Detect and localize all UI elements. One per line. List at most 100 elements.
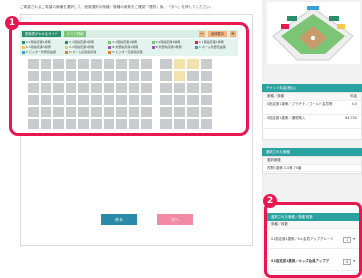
seat-block[interactable] [40,71,52,81]
seat-block[interactable] [116,107,127,117]
seat-block[interactable] [103,83,115,93]
seat-block[interactable] [141,95,152,105]
seat-block[interactable] [65,59,77,69]
quantity-select[interactable]: 0 [343,258,352,265]
tab-seat-guide[interactable]: 座席表がわかるガイド [22,31,61,37]
seat-block[interactable] [141,71,152,81]
seat-block[interactable] [78,71,89,81]
seat-grid-main[interactable] [28,59,152,129]
seat-block[interactable] [65,119,77,129]
seat-block[interactable] [78,83,89,93]
seat-block[interactable] [116,71,127,81]
seat-block[interactable] [53,71,64,81]
chevron-down-icon[interactable]: ▾ [353,237,355,242]
seat-block[interactable] [160,95,172,105]
seat-block[interactable] [187,71,199,81]
seat-block[interactable] [91,107,102,117]
seat-block[interactable] [65,95,77,105]
seat-block[interactable] [116,119,127,129]
seat-block[interactable] [200,83,212,93]
seat-block[interactable] [141,83,152,93]
tab-area-detail[interactable]: エリア詳細 [63,31,87,37]
seat-block[interactable] [28,119,39,129]
seat-block[interactable] [200,107,212,117]
seat-block[interactable] [173,71,185,81]
seat-block[interactable] [173,83,185,93]
seat-block[interactable] [65,71,77,81]
seat-block[interactable] [103,59,115,69]
seat-block[interactable] [28,83,39,93]
seat-block[interactable] [160,119,172,129]
seat-grid-side[interactable] [160,59,212,129]
seat-block[interactable] [200,95,212,105]
back-button[interactable]: 戻る [101,214,137,225]
zoom-out-button[interactable]: − [198,31,205,37]
seat-block[interactable] [65,83,77,93]
seat-block[interactable] [78,107,89,117]
seat-block[interactable] [103,119,115,129]
seat-block[interactable] [160,59,172,69]
seat-block[interactable] [128,83,140,93]
seat-block[interactable] [103,95,115,105]
seat-block[interactable] [173,95,185,105]
seat-block[interactable] [187,107,199,117]
seat-block[interactable] [173,59,185,69]
seat-block[interactable] [91,119,102,129]
legend-label: D ビジター応援指定席 [112,50,143,54]
seat-block[interactable] [53,83,64,93]
seat-block[interactable] [116,95,127,105]
seat-block[interactable] [200,119,212,129]
seat-block[interactable] [173,107,185,117]
seat-block[interactable] [187,95,199,105]
seat-block[interactable] [40,95,52,105]
chevron-down-icon[interactable]: ▾ [353,259,355,264]
seat-block[interactable] [78,119,89,129]
seat-block[interactable] [116,83,127,93]
seat-block[interactable] [160,71,172,81]
seat-legend: S 1階指定席1塁側 S 1階指定席3塁側 S 2階指定席1塁側 S 2階指定席3塁側… [20,39,238,56]
legend-label: A 1階指定席1塁側 [198,40,224,44]
seat-block[interactable] [53,95,64,105]
seat-block[interactable] [28,95,39,105]
seat-block[interactable] [53,59,64,69]
seat-block[interactable] [78,95,89,105]
seat-block[interactable] [200,71,212,81]
zoom-all-button[interactable]: 全体表示 [207,31,227,37]
seat-block[interactable] [28,107,39,117]
zoom-in-button[interactable]: + [230,31,236,37]
seat-block[interactable] [187,59,199,69]
seat-block[interactable] [128,59,140,69]
seat-block[interactable] [103,71,115,81]
seat-block[interactable] [40,119,52,129]
seat-block[interactable] [160,83,172,93]
seat-block[interactable] [78,59,89,69]
seat-block[interactable] [173,119,185,129]
seat-block[interactable] [116,59,127,69]
seat-block[interactable] [160,107,172,117]
seat-block[interactable] [128,119,140,129]
seat-block[interactable] [128,71,140,81]
seat-block[interactable] [65,107,77,117]
seat-block[interactable] [28,59,39,69]
seat-block[interactable] [91,83,102,93]
seat-block[interactable] [40,83,52,93]
quantity-select[interactable]: 1 [343,236,352,243]
seat-block[interactable] [187,119,199,129]
seat-block[interactable] [128,95,140,105]
seat-block[interactable] [141,119,152,129]
seat-block[interactable] [141,107,152,117]
seat-block[interactable] [141,59,152,69]
seat-block[interactable] [40,59,52,69]
seat-block[interactable] [91,71,102,81]
seat-block[interactable] [53,119,64,129]
seat-block[interactable] [28,71,39,81]
seat-block[interactable] [40,107,52,117]
seat-block[interactable] [91,95,102,105]
next-button[interactable]: 次へ [157,214,193,225]
seat-block[interactable] [91,59,102,69]
seat-block[interactable] [53,107,64,117]
seat-block[interactable] [128,107,140,117]
seat-block[interactable] [200,59,212,69]
seat-block[interactable] [187,83,199,93]
seat-block[interactable] [103,107,115,117]
